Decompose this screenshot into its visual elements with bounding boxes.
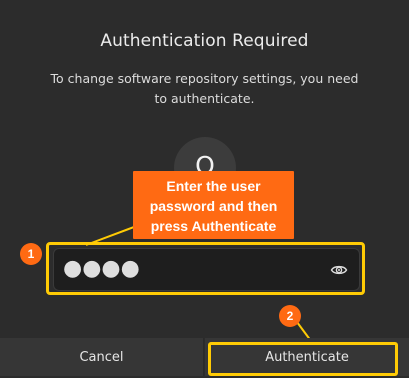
cancel-button[interactable]: Cancel [0, 338, 204, 376]
callout-line-2: password and then [149, 198, 278, 214]
authenticate-button-highlight [208, 342, 398, 376]
dialog-message-line-2: to authenticate. [154, 91, 255, 106]
step-badge-1: 1 [20, 243, 42, 265]
step-badge-2: 2 [279, 305, 301, 327]
callout-line-1: Enter the user [166, 178, 261, 194]
authentication-dialog: Authentication Required To change softwa… [0, 0, 409, 376]
dialog-message: To change software repository settings, … [30, 69, 379, 109]
callout-text: Enter the user password and then press A… [133, 176, 294, 236]
callout-line-3: press Authenticate [150, 218, 277, 234]
password-field-highlight [46, 242, 365, 295]
dialog-message-line-1: To change software repository settings, … [50, 71, 359, 86]
dialog-title: Authentication Required [100, 31, 309, 51]
instruction-callout: Enter the user password and then press A… [133, 171, 294, 239]
